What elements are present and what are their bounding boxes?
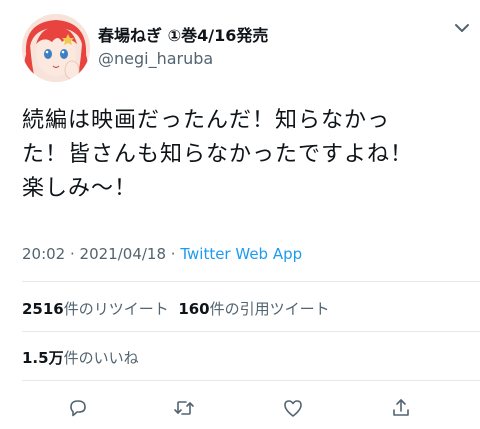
- action-bar: [0, 392, 480, 428]
- likes-link[interactable]: 1.5万件のいいね: [22, 349, 139, 367]
- retweet-button[interactable]: [166, 392, 202, 428]
- tweet-text-line: た！皆さんも知らなかったですよね！: [22, 142, 414, 167]
- reply-button[interactable]: [60, 392, 96, 428]
- tweet-meta: 20:02 · 2021/04/18 · Twitter Web App: [22, 245, 302, 263]
- tweet-text-line: 楽しみ〜！: [22, 176, 138, 201]
- retweet-stats: 2516件のリツイート 160件の引用ツイート: [22, 298, 330, 319]
- author-handle[interactable]: @negi_haruba: [98, 49, 213, 68]
- chevron-down-icon: [448, 23, 476, 42]
- quotes-count: 160: [178, 300, 210, 318]
- tweet-date[interactable]: 2021/04/18: [80, 245, 166, 263]
- share-button[interactable]: [383, 392, 419, 428]
- meta-separator: ·: [65, 245, 80, 263]
- retweets-label: 件のリツイート: [63, 300, 169, 318]
- quotes-label: 件の引用ツイート: [209, 300, 330, 318]
- divider: [22, 331, 480, 332]
- tweet-time[interactable]: 20:02: [22, 245, 65, 263]
- meta-separator: ·: [166, 245, 181, 263]
- tweet-text-line: 続編は映画だったんだ！知らなかっ: [22, 108, 391, 133]
- divider: [22, 380, 480, 381]
- reply-icon: [66, 396, 90, 424]
- avatar[interactable]: [22, 14, 90, 82]
- like-button[interactable]: [275, 392, 311, 428]
- retweets-count: 2516: [22, 300, 64, 318]
- likes-label: 件のいいね: [63, 349, 139, 367]
- tweet-text: 続編は映画だったんだ！知らなかっ た！皆さんも知らなかったですよね！ 楽しみ〜！: [22, 104, 467, 206]
- quotes-link[interactable]: 160件の引用ツイート: [178, 300, 329, 318]
- share-icon: [389, 396, 413, 424]
- retweet-icon: [172, 396, 196, 424]
- heart-icon: [281, 396, 305, 424]
- retweets-link[interactable]: 2516件のリツイート: [22, 300, 169, 318]
- like-stats: 1.5万件のいいね: [22, 347, 139, 368]
- divider: [22, 281, 480, 282]
- likes-count: 1.5万: [22, 349, 64, 367]
- tweet-source-app[interactable]: Twitter Web App: [180, 245, 302, 263]
- more-options-button[interactable]: [448, 18, 476, 38]
- author-display-name[interactable]: 春場ねぎ ①巻4/16発売: [98, 22, 268, 46]
